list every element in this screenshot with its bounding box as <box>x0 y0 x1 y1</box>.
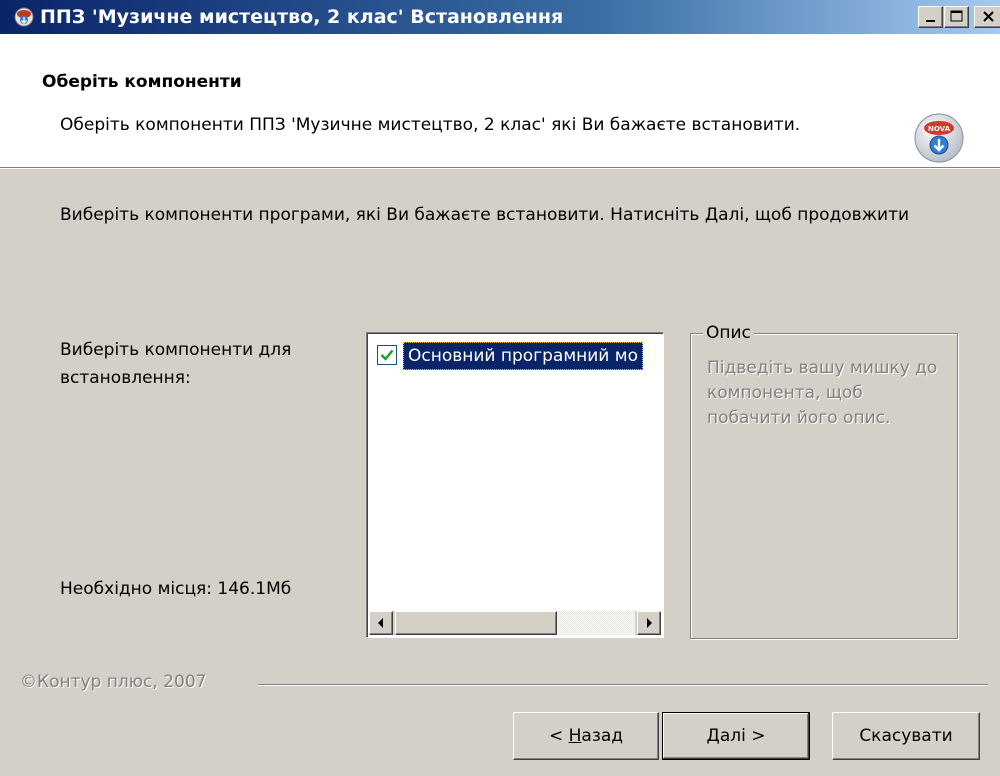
arrow-right-icon <box>647 618 652 628</box>
next-button-accel: Д <box>706 726 720 746</box>
next-button[interactable]: Далі > <box>662 712 810 760</box>
next-button-rest: алі > <box>719 726 766 746</box>
description-legend: Опис <box>703 322 754 344</box>
component-label[interactable]: Основний програмний мо <box>403 342 643 370</box>
maximize-button[interactable] <box>944 6 969 28</box>
page-header: Оберіть компоненти Оберіть компоненти ПП… <box>0 34 1000 168</box>
arrow-left-icon <box>378 618 383 628</box>
installer-globe-icon <box>14 7 34 27</box>
page-subtitle: Оберіть компоненти ППЗ 'Музичне мистецтв… <box>60 115 801 135</box>
scrollbar-thumb[interactable] <box>395 611 557 635</box>
close-button[interactable] <box>974 6 1000 28</box>
svg-text:NOVA: NOVA <box>928 125 951 133</box>
component-checkbox[interactable] <box>377 345 397 365</box>
back-button-prefix: < <box>548 726 569 746</box>
scroll-left-button[interactable] <box>369 611 393 635</box>
back-button-accel: Н <box>568 726 582 746</box>
installer-window: ППЗ 'Музичне мистецтво, 2 клас' Встановл… <box>0 0 1000 776</box>
components-tree[interactable]: Основний програмний мо <box>366 332 664 638</box>
intro-text: Виберіть компоненти програми, які Ви баж… <box>60 205 910 225</box>
branding-text: ©Контур плюс, 2007 <box>20 672 207 692</box>
components-tree-frame <box>367 333 663 637</box>
list-item[interactable]: Основний програмний мо <box>375 341 663 371</box>
minimize-button[interactable] <box>918 6 943 28</box>
components-label: Виберіть компоненти для встановлення: <box>60 340 292 388</box>
minimize-icon <box>926 20 935 22</box>
footer-divider <box>258 684 988 686</box>
title-bar[interactable]: ППЗ 'Музичне мистецтво, 2 клас' Встановл… <box>0 0 1000 34</box>
description-text: Підведіть вашу мишку до компонента, щоб … <box>707 358 938 428</box>
page-title: Оберіть компоненти <box>42 72 242 92</box>
maximize-icon <box>950 10 963 22</box>
close-icon <box>983 11 994 22</box>
back-button[interactable]: < Назад <box>513 712 659 760</box>
scroll-right-button[interactable] <box>637 611 661 635</box>
nova-install-icon: NOVA <box>914 113 964 163</box>
check-icon <box>380 349 394 361</box>
horizontal-scrollbar[interactable] <box>369 611 661 635</box>
back-button-rest: азад <box>581 726 624 746</box>
space-required-label: Необхідно місця: 146.1Мб <box>60 579 292 599</box>
description-group: Опис Підведіть вашу мишку до компонента,… <box>690 322 958 639</box>
window-title: ППЗ 'Музичне мистецтво, 2 клас' Встановл… <box>40 6 564 28</box>
cancel-button[interactable]: Скасувати <box>832 712 980 760</box>
